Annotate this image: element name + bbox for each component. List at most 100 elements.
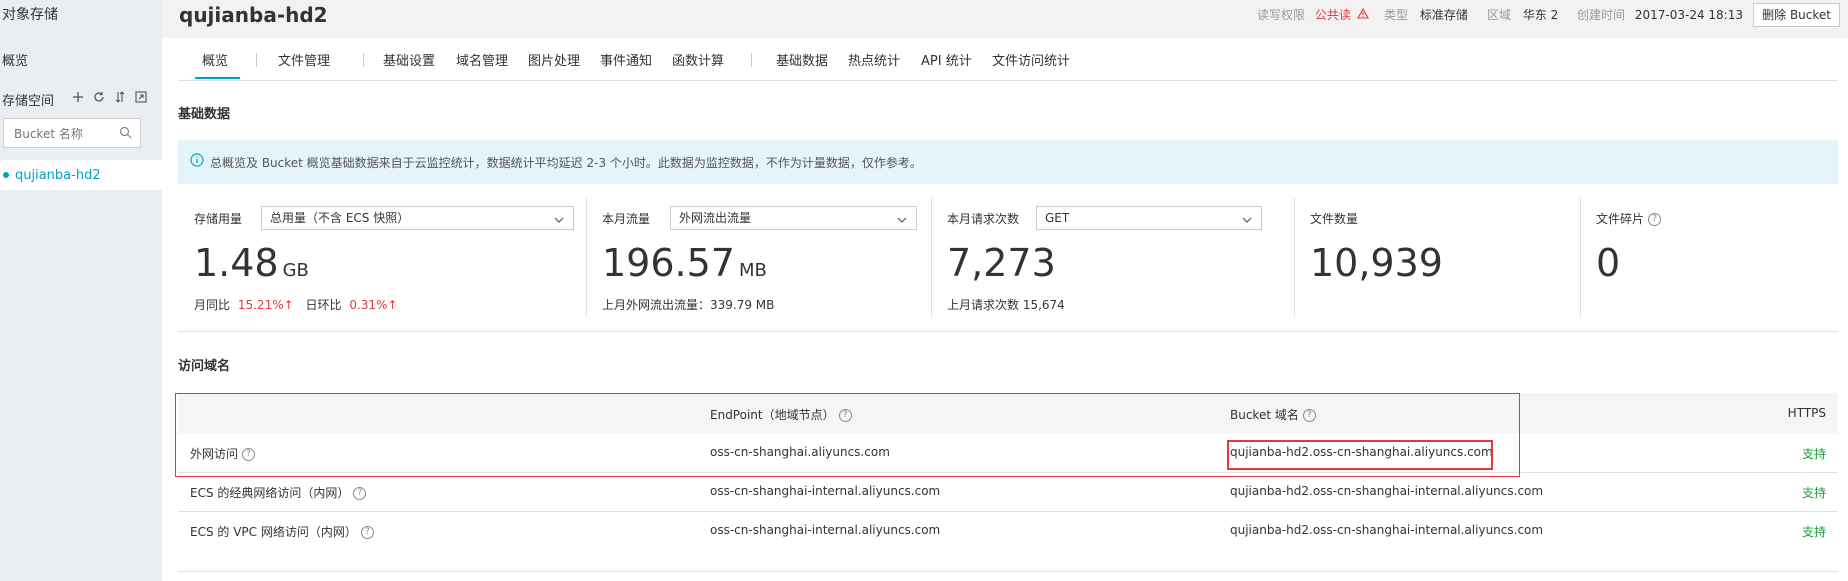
highlight-box [1227, 440, 1493, 470]
tab-event-notification[interactable]: 事件通知 [600, 50, 652, 69]
active-tab-indicator [195, 77, 240, 79]
tab-domain-management[interactable]: 域名管理 [456, 50, 508, 69]
tab-overview[interactable]: 概览 [202, 50, 228, 69]
tab-bar: 概览 文件管理 基础设置 域名管理 图片处理 事件通知 函数计算 基础数据 热点… [178, 50, 1838, 81]
chevron-down-icon [896, 211, 908, 233]
created-meta: 创建时间 2017-03-24 18:13 [1577, 6, 1743, 23]
row-name-text: ECS 的 VPC 网络访问（内网） [190, 525, 357, 539]
stat-sub: 月同比 15.21%↑ 日环比 0.31%↑ [194, 296, 398, 313]
stat-value: 1.48 GB [194, 241, 309, 285]
stat-traffic: 本月流量 外网流出流量 196.57 MB 上月外网流出流量：339.79 MB [586, 198, 931, 316]
help-icon[interactable]: ? [353, 487, 367, 500]
tab-divider [363, 53, 364, 67]
yoy-value: 15.21% [237, 298, 284, 312]
sidebar-title: 对象存储 [2, 7, 58, 23]
stat-label: 存储用量 [194, 212, 243, 226]
select-value: 总用量（不含 ECS 快照） [270, 211, 410, 225]
stat-value: 0 [1596, 241, 1620, 285]
tab-basic-data[interactable]: 基础数据 [776, 50, 828, 69]
sidebar-item-overview[interactable]: 概览 [2, 50, 28, 69]
acl-meta: 读写权限 公共读 [1257, 6, 1369, 23]
search-icon[interactable] [119, 126, 132, 143]
tab-api-stats[interactable]: API 统计 [921, 50, 972, 69]
sidebar-bucket-item[interactable]: qujianba-hd2 [0, 160, 162, 190]
chevron-down-icon [553, 211, 565, 233]
refresh-icon[interactable] [91, 89, 107, 105]
region-label: 区域 [1487, 8, 1512, 22]
stat-label: 本月流量 [602, 212, 651, 226]
bucket-search-input[interactable] [4, 119, 126, 149]
help-icon[interactable]: ? [1648, 213, 1662, 226]
sidebar: 对象存储 概览 存储空间 qujianba-hd2 [0, 0, 162, 581]
stat-sub: 上月请求次数 15,674 [947, 298, 1065, 312]
help-icon[interactable]: ? [360, 526, 374, 539]
tab-file-access-stats[interactable]: 文件访问统计 [992, 50, 1070, 69]
tab-divider [751, 53, 752, 67]
delete-bucket-button[interactable]: 删除 Bucket [1753, 3, 1840, 27]
stat-file-count: 文件数量 10,939 [1294, 198, 1580, 316]
stat-number: 7,273 [947, 241, 1056, 285]
stat-sub: 上月外网流出流量：339.79 MB [602, 298, 775, 312]
stat-number: 10,939 [1310, 241, 1443, 285]
dod-label: 日环比 [305, 298, 342, 312]
acl-value: 公共读 [1314, 8, 1351, 22]
chevron-down-icon [1241, 211, 1253, 233]
created-label: 创建时间 [1577, 8, 1626, 22]
stat-number: 0 [1596, 241, 1621, 285]
region-meta: 区域 华东 2 [1487, 6, 1558, 23]
info-icon [190, 153, 204, 171]
row-bucket-domain: qujianba-hd2.oss-cn-shanghai-internal.al… [1230, 484, 1544, 498]
notice-text: 总概览及 Bucket 概览基础数据来自于云监控统计，数据统计平均延迟 2-3 … [210, 155, 922, 170]
info-notice: 总概览及 Bucket 概览基础数据来自于云监控统计，数据统计平均延迟 2-3 … [178, 140, 1838, 184]
type-label: 类型 [1384, 8, 1409, 22]
arrow-up-icon: ↑ [387, 298, 398, 312]
stat-unit: GB [282, 260, 309, 281]
arrow-up-icon: ↑ [283, 298, 294, 312]
stat-requests: 本月请求次数 GET 7,273 上月请求次数 15,674 [931, 198, 1276, 316]
row-name: ECS 的经典网络访问（内网）? [190, 484, 367, 501]
row-https: 支持 [1801, 486, 1826, 500]
sidebar-bucket-label: qujianba-hd2 [15, 167, 101, 183]
tab-basic-settings[interactable]: 基础设置 [383, 50, 435, 69]
storage-type-select[interactable]: 总用量（不含 ECS 快照） [261, 206, 574, 230]
row-https: 支持 [1801, 447, 1826, 461]
sidebar-tools [70, 89, 149, 105]
page-header: qujianba-hd2 读写权限 公共读 类型 标准存储 区域 华东 2 创建… [162, 0, 1848, 38]
stat-value: 7,273 [947, 241, 1056, 285]
add-icon[interactable] [70, 89, 86, 105]
stat-label: 本月请求次数 [947, 212, 1020, 226]
row-endpoint: oss-cn-shanghai-internal.aliyuncs.com [710, 484, 941, 498]
row-bucket-domain: qujianba-hd2.oss-cn-shanghai-internal.al… [1230, 523, 1544, 537]
table-row: ECS 的经典网络访问（内网）? oss-cn-shanghai-interna… [178, 472, 1838, 511]
acl-label: 读写权限 [1257, 8, 1306, 22]
domains-heading: 访问域名 [178, 359, 231, 374]
bucket-search [3, 118, 141, 149]
tab-file-management[interactable]: 文件管理 [278, 50, 330, 69]
stat-value: 196.57 MB [602, 241, 767, 285]
row-name-text: ECS 的经典网络访问（内网） [190, 486, 350, 500]
basic-data-heading: 基础数据 [178, 107, 231, 122]
row-https: 支持 [1801, 525, 1826, 539]
yoy-label: 月同比 [194, 298, 231, 312]
stats-panel: 存储用量 总用量（不含 ECS 快照） 1.48 GB 月同比 15.21%↑ 日… [178, 198, 1838, 318]
row-endpoint: oss-cn-shanghai-internal.aliyuncs.com [710, 523, 941, 537]
expand-icon[interactable] [133, 89, 149, 105]
tab-divider [256, 53, 257, 67]
traffic-type-select[interactable]: 外网流出流量 [670, 206, 917, 230]
row-divider [178, 571, 1838, 572]
tab-image-processing[interactable]: 图片处理 [528, 50, 580, 69]
request-type-select[interactable]: GET [1036, 206, 1262, 230]
page-title: qujianba-hd2 [179, 3, 328, 27]
sort-icon[interactable] [112, 89, 128, 105]
select-value: GET [1045, 211, 1070, 225]
tab-hotspot-stats[interactable]: 热点统计 [848, 50, 900, 69]
sidebar-storage-label: 存储空间 [2, 94, 55, 109]
stat-value: 10,939 [1310, 241, 1443, 285]
region-value: 华东 2 [1522, 8, 1559, 22]
stat-file-fragments: 文件碎片? 0 [1580, 198, 1838, 316]
stat-unit: MB [738, 260, 767, 281]
stat-label-text: 文件碎片 [1596, 212, 1645, 226]
table-row: ECS 的 VPC 网络访问（内网）? oss-cn-shanghai-inte… [178, 511, 1838, 550]
tab-function-compute[interactable]: 函数计算 [672, 50, 724, 69]
select-value: 外网流出流量 [679, 211, 752, 225]
